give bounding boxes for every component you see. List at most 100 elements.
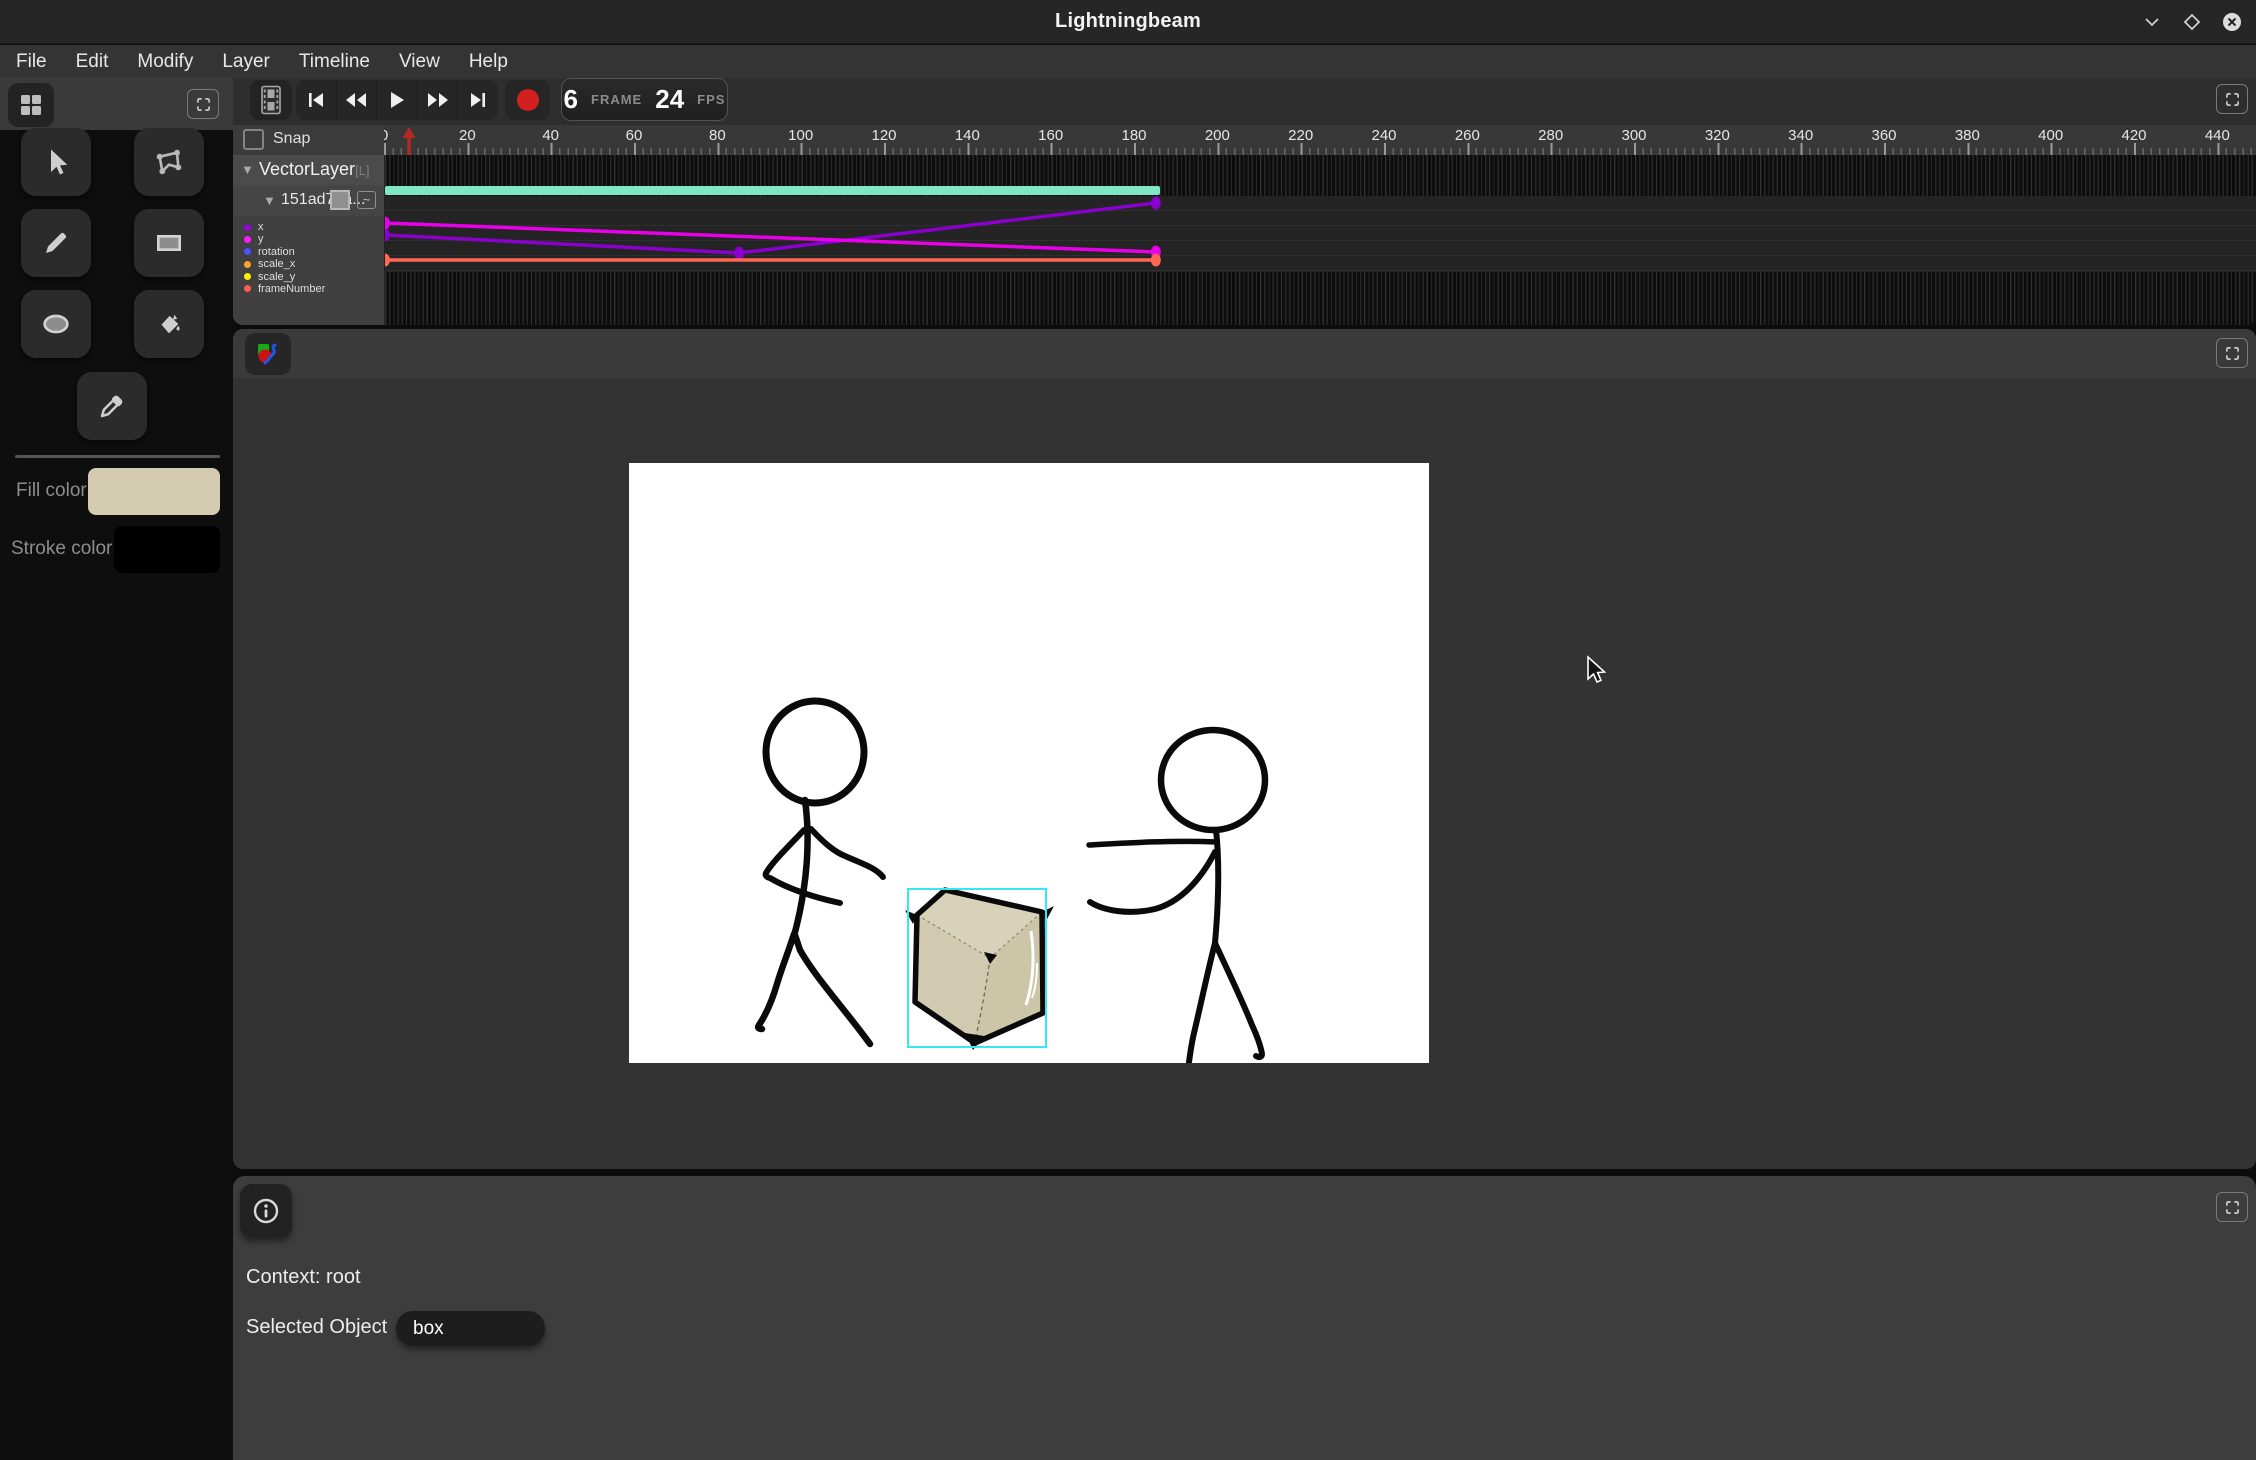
box-object[interactable]	[905, 889, 1054, 1050]
ruler-label-60: 60	[626, 127, 643, 144]
record-button[interactable]	[505, 80, 550, 120]
keyframe-graph[interactable]	[385, 196, 2256, 272]
menu-item-help[interactable]: Help	[465, 49, 512, 75]
keyframe-dot-x[interactable]	[1151, 197, 1161, 210]
animation-stage[interactable]	[629, 463, 1429, 1063]
eyedropper-tool-button[interactable]	[77, 372, 147, 440]
timeline-tracks[interactable]	[384, 155, 2256, 325]
ruler-label-220: 220	[1288, 127, 1313, 144]
record-icon	[516, 88, 540, 112]
rewind-button[interactable]	[337, 80, 378, 120]
timeline-ruler[interactable]: 0204060801001201401601802002202402602803…	[384, 125, 2256, 155]
property-color-dot	[244, 224, 251, 231]
canvas-header	[233, 329, 2256, 378]
skip-to-end-button[interactable]	[458, 80, 498, 120]
menu-item-timeline[interactable]: Timeline	[295, 49, 374, 75]
minimize-button[interactable]	[2140, 10, 2164, 34]
mouse-cursor	[1584, 655, 1610, 687]
keyframe-dot-x[interactable]	[385, 229, 390, 242]
ruler-label-180: 180	[1121, 127, 1146, 144]
timeline-expand-button[interactable]	[2216, 84, 2248, 114]
property-row-frameNumber[interactable]: frameNumber	[233, 283, 384, 295]
selected-object-label: Selected Object	[246, 1316, 387, 1339]
object-tween-button[interactable]: ~	[357, 191, 376, 209]
keyframe-dot-x[interactable]	[734, 247, 744, 260]
selected-object-value[interactable]: box	[396, 1311, 545, 1346]
select-tool-button[interactable]	[21, 128, 91, 196]
paint-bucket-tool-button[interactable]	[134, 290, 204, 358]
ruler-major-ticks	[384, 143, 2256, 155]
frame-unit-label: FRAME	[591, 92, 642, 107]
transform-tool-button[interactable]	[134, 128, 204, 196]
layer-span-row[interactable]	[385, 185, 2256, 196]
layer-suffix: [L]	[355, 163, 369, 178]
keyframe-dot-frameNumber[interactable]	[1151, 254, 1161, 267]
stroke-color-swatch[interactable]	[114, 526, 220, 573]
expand-icon	[2225, 346, 2240, 361]
paint-bucket-icon	[154, 309, 184, 339]
menu-bar: File Edit Modify Layer Timeline View Help	[0, 45, 2256, 78]
menu-item-edit[interactable]: Edit	[72, 49, 113, 75]
sidebar-divider	[15, 455, 220, 458]
object-collapse-triangle-icon[interactable]: ▼	[263, 193, 276, 208]
current-frame-value[interactable]: 6	[564, 84, 578, 115]
expand-icon	[196, 97, 211, 112]
snap-checkbox[interactable]	[243, 129, 264, 150]
playhead[interactable]	[402, 126, 416, 155]
property-row-rotation[interactable]: rotation	[233, 246, 384, 258]
info-button[interactable]	[240, 1184, 292, 1238]
layer-span-bar[interactable]	[385, 186, 1160, 195]
play-button[interactable]	[377, 80, 418, 120]
stick-figure-right[interactable]	[1089, 730, 1265, 1062]
object-visibility-button[interactable]	[330, 190, 350, 210]
menu-item-file[interactable]: File	[12, 49, 51, 75]
property-row-y[interactable]: y	[233, 233, 384, 245]
inspector-expand-button[interactable]	[2216, 1192, 2248, 1222]
rectangle-tool-button[interactable]	[134, 209, 204, 277]
fill-color-swatch[interactable]	[88, 468, 220, 515]
fast-forward-icon	[427, 92, 449, 108]
property-row-scale_x[interactable]: scale_x	[233, 258, 384, 270]
maximize-button[interactable]	[2180, 10, 2204, 34]
expand-icon	[2225, 1200, 2240, 1215]
sidebar-expand-button[interactable]	[187, 89, 219, 119]
frame-cells-bottom[interactable]	[385, 272, 2256, 325]
skip-to-end-icon	[469, 92, 487, 108]
property-color-dot	[244, 273, 251, 280]
play-icon	[389, 91, 405, 109]
shapes-panel-button[interactable]	[245, 333, 291, 375]
film-button[interactable]	[250, 80, 292, 120]
property-label: x	[258, 221, 264, 233]
property-row-x[interactable]: x	[233, 221, 384, 233]
close-button[interactable]	[2220, 10, 2244, 34]
frame-cells-top[interactable]	[385, 155, 2256, 185]
keyframe-graph-svg	[385, 196, 2256, 272]
layer-collapse-triangle-icon[interactable]: ▼	[241, 162, 254, 177]
layer-row-vectorlayer[interactable]: ▼ VectorLayer[L]	[233, 155, 384, 185]
menu-item-view[interactable]: View	[395, 49, 444, 75]
timeline-panel: 6 FRAME 24 FPS Snap 02040608010012014016…	[233, 78, 2256, 325]
rectangle-icon	[153, 227, 185, 259]
fps-value[interactable]: 24	[655, 84, 684, 115]
property-label: frameNumber	[258, 283, 325, 295]
ruler-label-400: 400	[2038, 127, 2063, 144]
ruler-label-360: 360	[1871, 127, 1896, 144]
stick-figure-left[interactable]	[758, 701, 883, 1044]
rewind-icon	[345, 92, 367, 108]
fast-forward-button[interactable]	[418, 80, 459, 120]
ruler-label-120: 120	[871, 127, 896, 144]
menu-item-layer[interactable]: Layer	[218, 49, 274, 75]
property-row-scale_y[interactable]: scale_y	[233, 271, 384, 283]
ellipse-tool-button[interactable]	[21, 290, 91, 358]
menu-item-modify[interactable]: Modify	[133, 49, 197, 75]
ruler-label-140: 140	[955, 127, 980, 144]
canvas-expand-button[interactable]	[2216, 338, 2248, 368]
keyframe-dot-y[interactable]	[385, 217, 390, 230]
keyframe-dot-frameNumber[interactable]	[385, 254, 390, 267]
skip-to-start-button[interactable]	[296, 80, 337, 120]
ruler-label-160: 160	[1038, 127, 1063, 144]
panel-grid-button[interactable]	[8, 83, 54, 127]
pencil-tool-button[interactable]	[21, 209, 91, 277]
frame-indicator[interactable]: 6 FRAME 24 FPS	[561, 78, 728, 121]
object-row[interactable]: ▼ 151ad70a... ~	[233, 185, 384, 216]
